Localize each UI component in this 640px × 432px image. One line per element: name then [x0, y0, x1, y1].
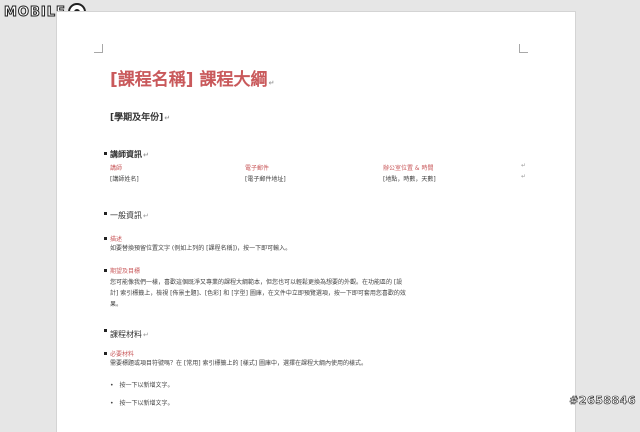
crop-mark-top-left — [94, 44, 103, 53]
document-page[interactable]: [課程名稱] 課程大綱↵ [學期及年份]↵ 講師資訊↵ 講師 電子郵件 辦公室位… — [57, 12, 575, 432]
description-text[interactable]: 如要替換預留位置文字 (例如上列的 [課程名稱])，按一下即可輸入。 — [110, 243, 410, 254]
list-item-text: 按一下以新增文字。 — [119, 400, 174, 407]
required-materials-text[interactable]: 需要標題或項目符號嗎？在 [常用] 索引標籤上的 [樣式] 圖庫中，選擇在課程大… — [110, 358, 440, 369]
crop-mark-top-right — [519, 44, 528, 53]
paragraph-mark-icon: ↵ — [143, 151, 149, 159]
paragraph-mark-icon: ↵ — [164, 114, 171, 122]
email-value[interactable]: [電子郵件地址] — [245, 174, 286, 183]
cell-end-icon: ↵ — [521, 173, 527, 180]
list-item[interactable]: • 按一下以新增文字。 — [110, 398, 174, 407]
subheading-bullet-icon — [104, 237, 107, 240]
heading-bullet-icon — [104, 329, 107, 332]
title-text: [課程名稱] 課程大綱 — [110, 70, 268, 90]
list-bullet-icon: • — [110, 382, 114, 389]
goals-text[interactable]: 您可能像我們一樣，喜歡這個既淨又專業的課程大綱範本，但您也可以輕鬆更換為想要的外… — [110, 277, 410, 310]
goals-label[interactable]: 期望及目標 — [110, 266, 140, 275]
email-label[interactable]: 電子郵件 — [245, 163, 269, 172]
instructor-heading-text: 講師資訊 — [110, 150, 142, 159]
description-label[interactable]: 描述 — [110, 234, 122, 243]
watermark-id: #2658846 — [569, 394, 636, 408]
heading-bullet-icon — [104, 152, 107, 155]
document-title[interactable]: [課程名稱] 課程大綱↵ — [110, 65, 274, 90]
materials-heading[interactable]: 課程材料↵ — [110, 329, 149, 340]
required-materials-label[interactable]: 必要材料 — [110, 349, 134, 358]
subtitle-text: [學期及年份] — [110, 113, 164, 123]
paragraph-mark-icon: ↵ — [268, 79, 275, 87]
instructor-heading[interactable]: 講師資訊↵ — [110, 149, 149, 160]
general-heading-text: 一般資訊 — [110, 211, 142, 220]
paragraph-mark-icon: ↵ — [143, 331, 149, 339]
document-subtitle[interactable]: [學期及年份]↵ — [110, 110, 170, 123]
instructor-label[interactable]: 講師 — [110, 163, 122, 172]
list-item[interactable]: • 按一下以新增文字。 — [110, 380, 174, 389]
office-label[interactable]: 辦公室位置 & 時間 — [383, 163, 434, 172]
subheading-bullet-icon — [104, 269, 107, 272]
general-heading[interactable]: 一般資訊↵ — [110, 210, 149, 221]
list-item-text: 按一下以新增文字。 — [119, 382, 174, 389]
paragraph-mark-icon: ↵ — [143, 212, 149, 220]
cell-end-icon: ↵ — [521, 162, 527, 169]
heading-bullet-icon — [104, 212, 107, 215]
list-bullet-icon: • — [110, 400, 114, 407]
instructor-name-value[interactable]: [講師姓名] — [110, 174, 139, 183]
subheading-bullet-icon — [104, 352, 107, 355]
materials-heading-text: 課程材料 — [110, 330, 142, 339]
office-value[interactable]: [地點，時數，天數] — [383, 174, 436, 183]
